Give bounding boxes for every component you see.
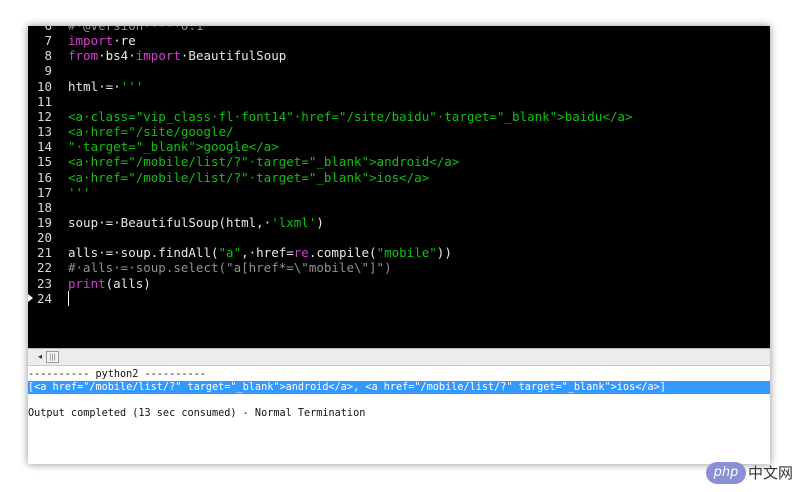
output-result-line[interactable]: [<a href="/mobile/list/?" target="_blank…: [28, 381, 770, 394]
editor-window: 6 #·@version·····0.1 7 import·re 8 from·bs4·i…: [28, 26, 770, 464]
code-token: ''': [120, 78, 144, 94]
line-number: 24: [36, 290, 52, 306]
code-token: alls·=·soup.findAll(: [68, 245, 219, 261]
text-cursor: [68, 290, 69, 306]
output-header: ---------- python2 ----------: [28, 369, 206, 380]
code-token: ,·href=: [241, 245, 294, 261]
code-token: <a·href="/mobile/list/?"·target="_blank"…: [68, 169, 430, 185]
code-line[interactable]: 6 #·@version·····0.1: [28, 26, 770, 33]
code-text: #·@version·····0.1: [68, 26, 203, 33]
code-line[interactable]: 20: [28, 230, 770, 245]
code-line[interactable]: 15 <a·href="/mobile/list/?"·target="_blan…: [28, 154, 770, 169]
code-line[interactable]: 13 <a·href="/site/google/: [28, 124, 770, 139]
code-line[interactable]: 17 ''': [28, 185, 770, 200]
watermark-badge: php: [706, 462, 746, 484]
line-number: 21: [36, 245, 52, 261]
code-line[interactable]: 8 from·bs4·import·BeautifulSoup: [28, 48, 770, 63]
code-line[interactable]: 21 alls·=·soup.findAll("a",·href=re.compi…: [28, 245, 770, 260]
code-line[interactable]: 16 <a·href="/mobile/list/?"·target="_blan…: [28, 170, 770, 185]
output-status: Output completed (13 sec consumed) - Nor…: [28, 408, 366, 419]
line-number: 19: [36, 214, 52, 230]
code-token: ): [316, 214, 324, 230]
line-number: 22: [36, 260, 52, 276]
code-token: html·=·: [68, 78, 121, 94]
code-line[interactable]: 23 print(alls): [28, 276, 770, 291]
line-number: 18: [36, 199, 52, 215]
code-line[interactable]: 19 soup·=·BeautifulSoup(html,·'lxml'): [28, 215, 770, 230]
code-token: "mobile": [376, 245, 437, 261]
code-text: from·bs4·import·BeautifulSoup: [68, 48, 286, 63]
code-token: <a·href="/site/google/: [68, 124, 234, 140]
code-token: ·re: [113, 33, 136, 49]
code-token: <a·href="/mobile/list/?"·target="_blank"…: [68, 154, 460, 170]
line-number: 13: [36, 124, 52, 140]
code-text: alls·=·soup.findAll("a",·href=re.compile…: [68, 245, 452, 260]
code-token: .compile(: [308, 245, 377, 261]
code-text: import·re: [68, 33, 136, 48]
line-number: 6: [28, 26, 52, 33]
code-token: (alls): [105, 275, 151, 291]
code-token: from: [68, 48, 99, 64]
line-number: 23: [36, 275, 52, 291]
line-number: 20: [36, 230, 52, 246]
code-text: ''': [68, 185, 91, 200]
code-token: ·BeautifulSoup: [180, 48, 287, 64]
code-line[interactable]: 9: [28, 63, 770, 78]
output-panel[interactable]: ---------- python2 ---------- [<a href="…: [28, 366, 770, 464]
horizontal-scrollbar[interactable]: ◂ |||: [28, 348, 770, 366]
code-token: re: [293, 245, 309, 261]
line-number: 8: [44, 48, 52, 64]
code-text: soup·=·BeautifulSoup(html,·'lxml'): [68, 215, 324, 230]
code-text: html·=·''': [68, 79, 143, 94]
watermark-logo: php 中文网: [706, 462, 796, 484]
line-number: 15: [36, 154, 52, 170]
code-text: print(alls): [68, 276, 151, 291]
code-token: import: [68, 33, 114, 49]
code-token: print: [68, 275, 106, 291]
code-token: ''': [68, 184, 91, 200]
code-text: [68, 290, 69, 306]
code-line[interactable]: 11: [28, 94, 770, 109]
code-token: <a·class="vip_class·fl·font14"·href="/si…: [68, 108, 633, 124]
code-line[interactable]: 24: [28, 290, 770, 306]
line-number: 17: [36, 184, 52, 200]
code-text: <a·href="/mobile/list/?"·target="_blank"…: [68, 170, 429, 185]
line-number: 10: [36, 78, 52, 94]
code-token: 'lxml': [271, 214, 317, 230]
code-line[interactable]: 22 #·alls·=·soup.select("a[href*=\"mobile…: [28, 260, 770, 275]
code-line[interactable]: 14 "·target="_blank">google</a>: [28, 139, 770, 154]
watermark-text: 中文网: [748, 464, 794, 482]
code-token: #·alls·=·soup.select("a[href*=\"mobile\"…: [68, 260, 392, 276]
code-line[interactable]: 18: [28, 200, 770, 215]
code-token: "·target="_blank">google</a>: [68, 139, 279, 155]
code-text: #·alls·=·soup.select("a[href*=\"mobile\"…: [68, 260, 392, 275]
line-number: 16: [36, 169, 52, 185]
code-text: <a·href="/site/google/: [68, 124, 234, 139]
code-token: )): [436, 245, 452, 261]
code-line[interactable]: 7 import·re: [28, 33, 770, 48]
code-token: soup·=·BeautifulSoup(html,·: [68, 214, 272, 230]
code-text: "·target="_blank">google</a>: [68, 139, 279, 154]
code-text: <a·class="vip_class·fl·font14"·href="/si…: [68, 109, 632, 124]
code-text: <a·href="/mobile/list/?"·target="_blank"…: [68, 154, 459, 169]
code-line[interactable]: 10 html·=·''': [28, 79, 770, 94]
line-number: 9: [44, 63, 52, 79]
code-token: "a": [218, 245, 242, 261]
line-number: 14: [36, 139, 52, 155]
code-token: ·bs4·: [98, 48, 136, 64]
line-number: 7: [44, 33, 52, 49]
line-number: 11: [36, 93, 52, 109]
scrollbar-thumb[interactable]: |||: [46, 351, 59, 363]
scroll-left-icon[interactable]: ◂: [35, 352, 45, 362]
code-editor[interactable]: 6 #·@version·····0.1 7 import·re 8 from·bs4·i…: [28, 26, 770, 348]
code-token: import: [135, 48, 181, 64]
code-token: #·@version·····0.1: [68, 26, 203, 33]
code-line[interactable]: 12 <a·class="vip_class·fl·font14"·href="/…: [28, 109, 770, 124]
line-number: 12: [36, 108, 52, 124]
